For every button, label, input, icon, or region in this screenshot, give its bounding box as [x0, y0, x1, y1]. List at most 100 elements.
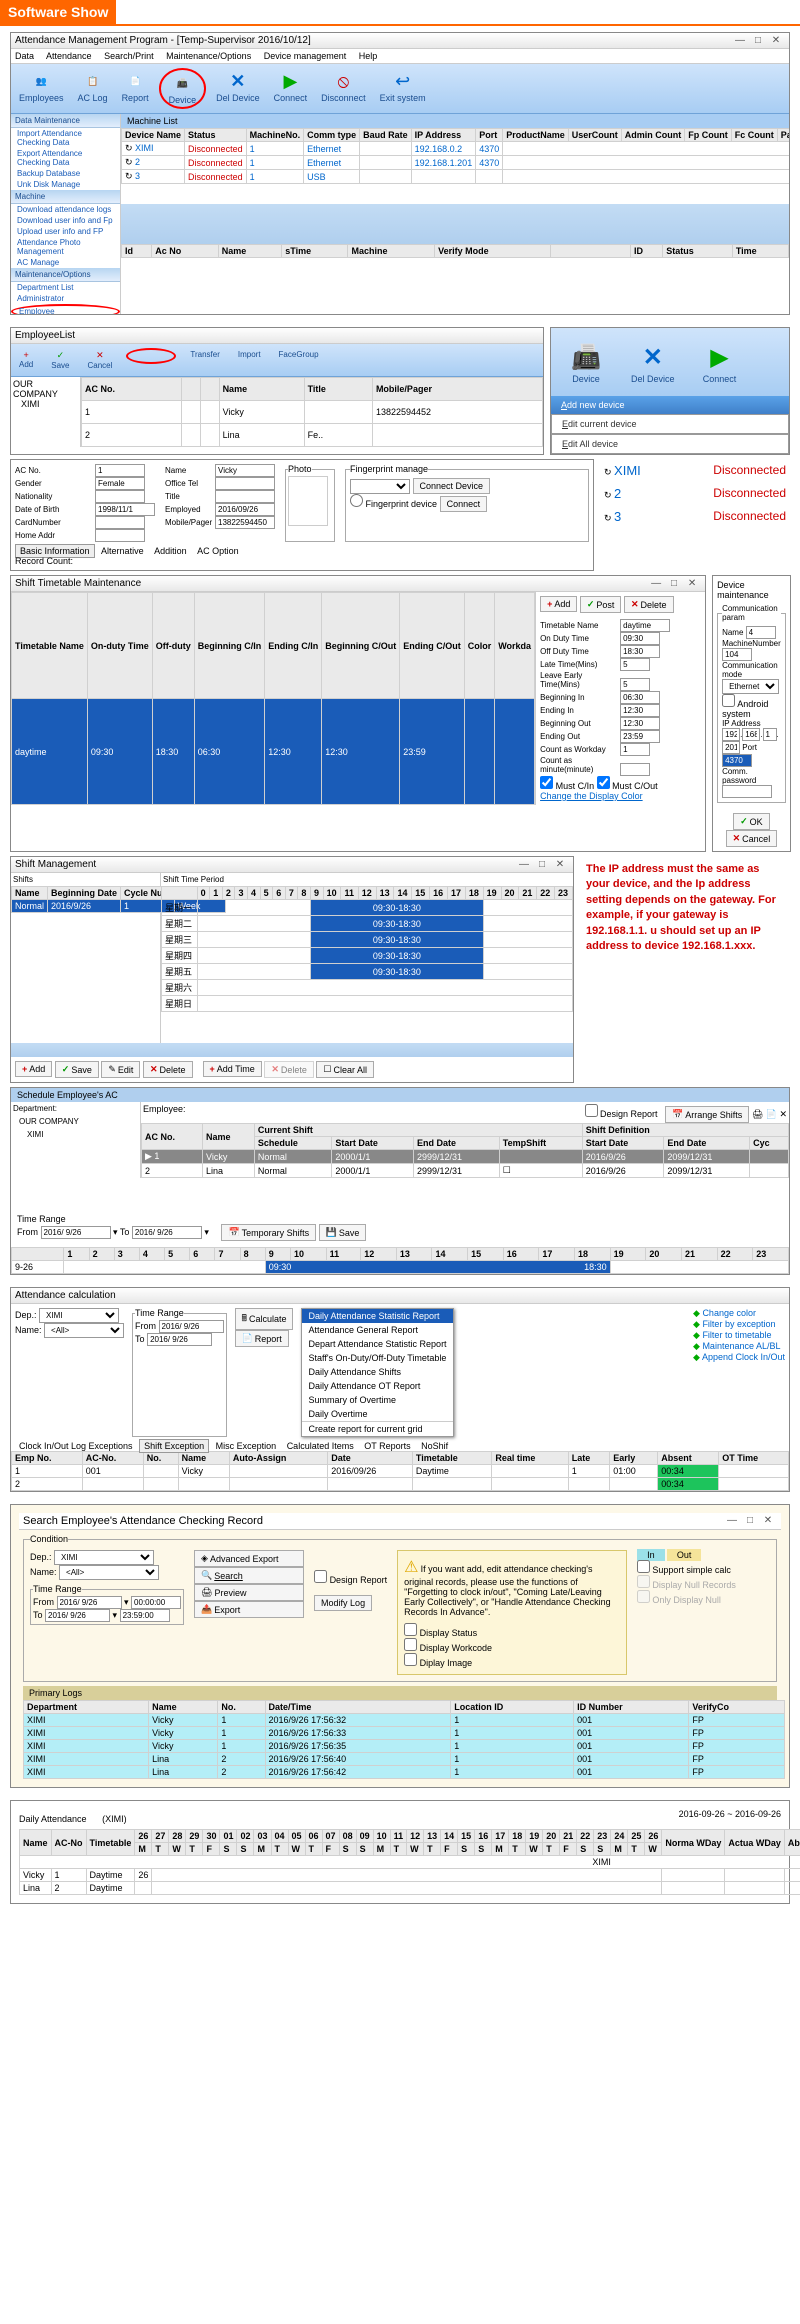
sm-delt[interactable]: Delete: [264, 1061, 314, 1078]
f-otel[interactable]: [215, 477, 275, 490]
sr-ds[interactable]: [404, 1623, 417, 1636]
tt-bout[interactable]: [620, 717, 660, 730]
dm-ok[interactable]: OK: [733, 813, 770, 830]
act-shiftexc[interactable]: Shift Exception: [139, 1439, 209, 1453]
sr-dw[interactable]: [404, 1638, 417, 1651]
sr-from-d[interactable]: [57, 1596, 122, 1609]
li-backup[interactable]: Backup Database: [11, 168, 120, 179]
tt-mustin[interactable]: [540, 776, 553, 789]
act-calc[interactable]: Calculated Items: [283, 1440, 358, 1452]
act-clockexc[interactable]: Clock In/Out Log Exceptions: [15, 1440, 137, 1452]
primary-logs-tab[interactable]: Primary Logs: [23, 1686, 777, 1700]
tt-bin[interactable]: [620, 691, 660, 704]
dm-ip3[interactable]: [763, 728, 777, 741]
f-gender[interactable]: [95, 477, 145, 490]
f-fpsel[interactable]: [350, 479, 410, 494]
menu-help[interactable]: Help: [359, 51, 378, 61]
menu-search[interactable]: Search/Print: [104, 51, 154, 61]
sr-to-d[interactable]: [45, 1609, 110, 1622]
side-filter-tt[interactable]: Filter to timetable: [702, 1330, 771, 1340]
sr-modlog[interactable]: Modify Log: [314, 1595, 372, 1611]
sm-save[interactable]: Save: [55, 1061, 99, 1078]
tt-off[interactable]: [620, 645, 660, 658]
sec-maint[interactable]: Maintenance/Options: [11, 268, 120, 282]
sec-data-maint[interactable]: Data Maintenance: [11, 114, 120, 128]
menu-attendance[interactable]: Attendance: [46, 51, 92, 61]
side-color[interactable]: Change color: [702, 1308, 756, 1318]
sa-child[interactable]: XIMI: [11, 1128, 140, 1141]
tt-ein[interactable]: [620, 704, 660, 717]
sm-add[interactable]: Add: [15, 1061, 52, 1077]
ac-calc[interactable]: 🖩 Calculate: [235, 1308, 294, 1330]
f-mob[interactable]: [215, 516, 275, 529]
ac-to[interactable]: [147, 1333, 212, 1346]
f-title[interactable]: [215, 490, 275, 503]
sr-export[interactable]: 📤 Export: [194, 1601, 304, 1618]
dm-name[interactable]: [746, 626, 776, 639]
sa-save[interactable]: 💾 Save: [319, 1224, 367, 1241]
li-ul-user[interactable]: Upload user info and FP: [11, 226, 120, 237]
side-append[interactable]: Append Clock In/Out: [702, 1352, 785, 1362]
tt-mustout[interactable]: [597, 776, 610, 789]
dm-ip2[interactable]: [742, 728, 760, 741]
menu-device[interactable]: Device management: [264, 51, 347, 61]
side-filter-exc[interactable]: Filter by exception: [702, 1319, 775, 1329]
sr-preview[interactable]: 🖨 Preview: [194, 1584, 304, 1601]
tt-cmin[interactable]: [620, 763, 650, 776]
dm-mode[interactable]: Ethernet: [722, 679, 779, 694]
tt-on[interactable]: [620, 632, 660, 645]
el-facegroup[interactable]: FaceGroup: [275, 348, 323, 372]
act-ot[interactable]: OT Reports: [360, 1440, 414, 1452]
min-btn[interactable]: —: [731, 35, 749, 46]
rep-dot[interactable]: Daily Overtime: [302, 1407, 452, 1421]
sm-clear[interactable]: ☐ Clear All: [316, 1061, 374, 1078]
el-cancel[interactable]: ✕Cancel: [83, 348, 116, 372]
tt-leave[interactable]: [620, 678, 650, 691]
rep-depart[interactable]: Depart Attendance Statistic Report: [302, 1337, 452, 1351]
sr-from-t[interactable]: [131, 1596, 181, 1609]
sr-advexp[interactable]: ◈ Advanced Export: [194, 1550, 304, 1567]
dm-machno[interactable]: [722, 648, 752, 661]
et-alt[interactable]: Alternative: [97, 545, 148, 557]
dm-pwd[interactable]: [722, 785, 772, 798]
tb-employees[interactable]: 👥Employees: [15, 68, 68, 109]
rep-daily-stat[interactable]: Daily Attendance Statistic Report: [302, 1309, 452, 1323]
sa-from[interactable]: [41, 1226, 111, 1239]
devmenu-add[interactable]: AAdd new devicedd new device: [551, 396, 789, 414]
sa-arrange[interactable]: 📅 Arrange Shifts: [665, 1106, 749, 1123]
li-acmanage[interactable]: AC Manage: [11, 257, 120, 268]
f-connect[interactable]: Connect: [440, 496, 488, 512]
tb-connect[interactable]: ▶Connect: [270, 68, 312, 109]
rep-shifts[interactable]: Daily Attendance Shifts: [302, 1365, 452, 1379]
ac-from[interactable]: [159, 1320, 224, 1333]
sa-dr[interactable]: [585, 1104, 598, 1117]
f-card[interactable]: [95, 516, 145, 529]
rep-create[interactable]: Create report for current grid: [302, 1421, 452, 1436]
devmenu-edit[interactable]: Edit current device: [551, 414, 789, 434]
el-add[interactable]: +Add: [15, 348, 37, 372]
tb-report[interactable]: 📄Report: [118, 68, 153, 109]
tab-machinelist[interactable]: Machine List: [121, 114, 789, 128]
li-import[interactable]: Import Attendance Checking Data: [11, 128, 120, 148]
sm-addt[interactable]: Add Time: [203, 1061, 262, 1077]
f-dob[interactable]: [95, 503, 155, 516]
tt-name[interactable]: [620, 619, 670, 632]
ac-report[interactable]: 📄 Report: [235, 1330, 289, 1347]
f-nat[interactable]: [95, 490, 145, 503]
menu-maint[interactable]: Maintenance/Options: [166, 51, 251, 61]
rep-ot[interactable]: Daily Attendance OT Report: [302, 1379, 452, 1393]
tt-del[interactable]: Delete: [624, 596, 674, 613]
dm-ip1[interactable]: [722, 728, 740, 741]
sr-name[interactable]: <All>: [59, 1565, 159, 1580]
sa-to[interactable]: [132, 1226, 202, 1239]
tt-color[interactable]: Change the Display Color: [540, 791, 643, 801]
li-photo[interactable]: Attendance Photo Management: [11, 237, 120, 257]
side-maint[interactable]: Maintenance AL/BL: [702, 1341, 780, 1351]
sr-ssc[interactable]: [637, 1560, 650, 1573]
tt-add[interactable]: Add: [540, 596, 577, 612]
tt-cwd[interactable]: [620, 743, 650, 756]
f-acno[interactable]: [95, 464, 145, 477]
f-emp[interactable]: [215, 503, 275, 516]
sr-dep[interactable]: XIMI: [54, 1550, 154, 1565]
act-noshif[interactable]: NoShif: [417, 1440, 452, 1452]
